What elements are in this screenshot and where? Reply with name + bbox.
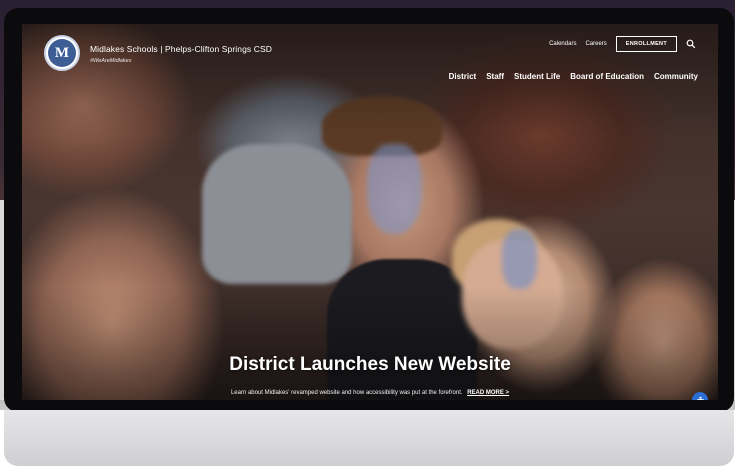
nav-item-board-of-education[interactable]: Board of Education bbox=[570, 72, 644, 81]
search-icon[interactable] bbox=[686, 39, 696, 49]
website-screen: M Midlakes Schools | Phelps-Clifton Spri… bbox=[22, 24, 718, 400]
careers-link[interactable]: Careers bbox=[585, 41, 606, 47]
main-nav: District Staff Student Life Board of Edu… bbox=[449, 72, 698, 81]
hero-headline: District Launches New Website bbox=[229, 354, 511, 375]
nav-item-staff[interactable]: Staff bbox=[486, 72, 504, 81]
read-more-link[interactable]: READ MORE > bbox=[467, 390, 509, 396]
monitor-chin bbox=[4, 410, 734, 466]
site-hashtag: #WeAreMidlakes bbox=[90, 58, 132, 64]
hero-subline: Learn about Midlakes' revamped website a… bbox=[22, 390, 718, 396]
nav-item-student-life[interactable]: Student Life bbox=[514, 72, 560, 81]
hero-description: Learn about Midlakes' revamped website a… bbox=[230, 390, 463, 396]
enrollment-button[interactable]: ENROLLMENT bbox=[615, 36, 677, 52]
nav-item-community[interactable]: Community bbox=[654, 72, 698, 81]
logo-letter: M bbox=[48, 39, 76, 67]
district-logo[interactable]: M bbox=[44, 35, 80, 71]
site-title[interactable]: Midlakes Schools | Phelps-Clifton Spring… bbox=[90, 44, 272, 54]
nav-item-district[interactable]: District bbox=[449, 72, 477, 81]
utility-nav: Calendars Careers ENROLLMENT bbox=[549, 36, 696, 52]
calendars-link[interactable]: Calendars bbox=[549, 41, 576, 47]
